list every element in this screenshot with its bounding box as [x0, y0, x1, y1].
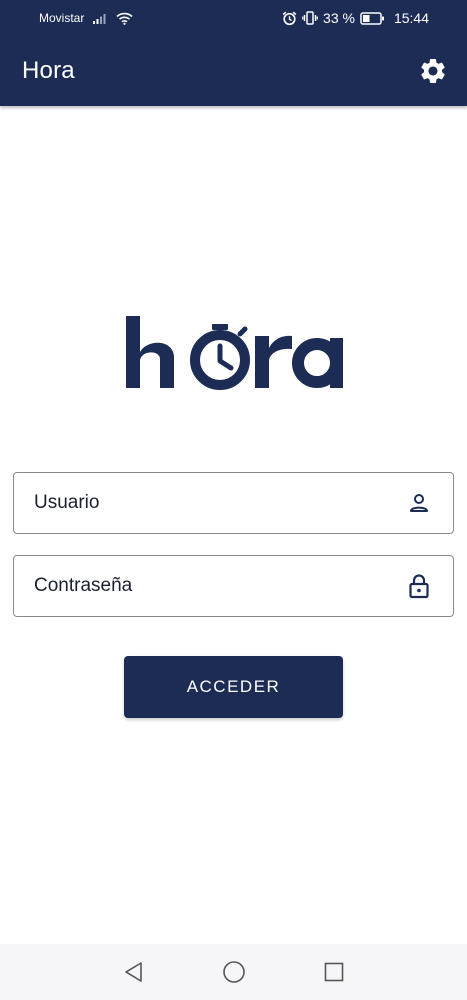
battery-percent: 33 %	[323, 10, 355, 26]
username-input[interactable]	[34, 473, 405, 533]
password-input[interactable]	[34, 556, 405, 616]
app-title: Hora	[22, 57, 75, 84]
recents-square-icon	[324, 962, 343, 982]
status-right: 33 % 15:44	[282, 10, 429, 26]
battery-icon	[360, 11, 384, 25]
settings-button[interactable]	[415, 53, 451, 89]
signal-icon	[93, 14, 106, 24]
username-field[interactable]	[13, 472, 454, 534]
login-button[interactable]: ACCEDER	[124, 656, 343, 718]
status-bar: Movistar 33 % 15:44	[0, 0, 467, 36]
password-field[interactable]	[13, 555, 454, 617]
clock-time: 15:44	[393, 10, 429, 26]
nav-back-button[interactable]	[119, 957, 149, 987]
gear-icon	[421, 58, 445, 83]
wifi-icon	[116, 12, 133, 25]
app-bar: Hora	[0, 36, 467, 106]
back-triangle-icon	[124, 962, 142, 982]
carrier-name: Movistar	[39, 11, 85, 25]
alarm-icon	[282, 11, 297, 25]
vibrate-icon	[302, 11, 318, 25]
nav-home-button[interactable]	[219, 957, 249, 987]
user-icon	[405, 489, 433, 517]
system-nav-bar	[0, 944, 467, 1000]
status-left: Movistar	[39, 11, 133, 25]
nav-recents-button[interactable]	[319, 957, 349, 987]
lock-icon	[405, 572, 433, 600]
hora-logo	[126, 316, 343, 390]
home-circle-icon	[222, 961, 245, 983]
